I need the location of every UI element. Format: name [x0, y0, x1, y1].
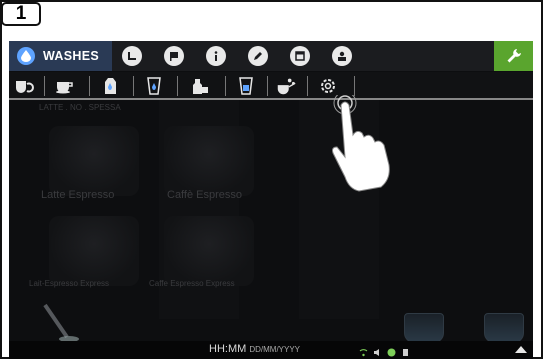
user-list-icon[interactable] [332, 46, 352, 66]
background-drink-label: Caffe Espresso Express [149, 279, 235, 288]
toolbar-divider [267, 76, 268, 96]
glass-image [484, 313, 524, 343]
glass-icon[interactable] [235, 76, 257, 96]
step-number-badge: 1 [1, 2, 41, 26]
toolbar-divider [177, 76, 178, 96]
washes-toolbar [9, 72, 533, 99]
background-drink-label: Lait-Espresso Express [29, 279, 110, 288]
wifi-icon [359, 344, 368, 357]
toolbar-divider [133, 76, 134, 96]
tab-washes[interactable]: WASHES [9, 41, 112, 71]
device-screen: LATTE . NO . SPESSA Latte Espresso Caffè… [9, 41, 533, 359]
toolbar-divider [307, 76, 308, 96]
water-drop-icon [17, 47, 35, 65]
background-drink-card [49, 126, 139, 196]
top-navigation-bar: WASHES [9, 41, 533, 71]
background-drink-card [164, 126, 254, 196]
toolbar-divider [44, 76, 45, 96]
expand-up-icon[interactable] [515, 346, 527, 353]
toolbar-divider [225, 76, 226, 96]
usb-icon [401, 344, 410, 356]
date-text: DD/MM/YYYY [249, 345, 301, 354]
cup-bubbles-icon[interactable] [275, 76, 297, 96]
toolbar-underline [9, 98, 533, 100]
glass-image [404, 313, 444, 343]
status-icons [359, 344, 410, 357]
background-drink-label: Caffè Espresso [167, 189, 243, 201]
milk-carton-icon[interactable] [99, 76, 121, 96]
toolbar-divider [89, 76, 90, 96]
time-text: HH:MM [209, 343, 247, 355]
cup-icon[interactable] [54, 76, 76, 96]
info-icon[interactable] [206, 46, 226, 66]
cup-refresh-icon[interactable] [13, 76, 35, 96]
wrench-icon[interactable] [494, 41, 533, 71]
spout-image [43, 303, 79, 342]
clock-display: HH:MM DD/MM/YYYY [209, 343, 300, 355]
speaker-icon [373, 344, 382, 356]
background-drink-label: Latte Espresso [41, 189, 115, 201]
tapping-hand-icon [332, 95, 390, 192]
background-text: LATTE . NO . SPESSA [39, 103, 121, 112]
background-drink-card [164, 216, 254, 286]
calendar-icon[interactable] [290, 46, 310, 66]
gear-icon[interactable] [317, 76, 339, 96]
tab-washes-label: WASHES [43, 49, 99, 63]
status-dot-icon [387, 344, 396, 357]
background-drink-card [49, 216, 139, 286]
status-bar: HH:MM DD/MM/YYYY [9, 341, 533, 359]
flag-icon[interactable] [164, 46, 184, 66]
glass-water-icon[interactable] [143, 76, 165, 96]
toolbar-divider [354, 76, 355, 96]
pencil-icon[interactable] [248, 46, 268, 66]
clock-icon[interactable] [122, 46, 142, 66]
bottle-hand-icon[interactable] [189, 76, 211, 96]
